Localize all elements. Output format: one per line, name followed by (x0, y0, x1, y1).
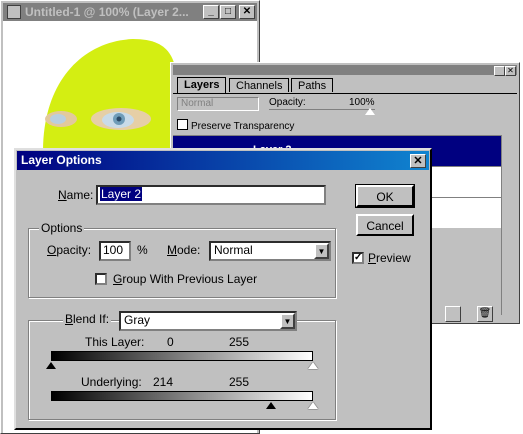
preview-checkbox[interactable]: ✓ (352, 252, 364, 264)
dialog-title: Layer Options (21, 153, 102, 167)
this-layer-high-value: 255 (229, 335, 250, 349)
this-layer-low-value: 0 (167, 335, 174, 349)
dialog-close-button[interactable]: ✕ (410, 154, 426, 168)
options-group: Options Opacity: 100 % Mode: Normal ▼ Gr… (28, 221, 336, 298)
group-with-previous-checkbox[interactable] (95, 273, 107, 285)
preserve-transparency-row[interactable]: Preserve Transparency (177, 119, 294, 132)
underlying-high-value: 255 (229, 375, 250, 389)
blend-if-group: Blend If: Gray ▼ This Layer: 0 255 Under… (28, 311, 336, 420)
opacity-label: Opacity: (269, 97, 306, 108)
preserve-transparency-checkbox[interactable] (177, 119, 188, 130)
this-layer-low-slider[interactable] (46, 362, 56, 370)
palette-scrollbar[interactable] (501, 135, 516, 315)
photoshop-document-icon (7, 5, 21, 19)
this-layer-gradient (51, 351, 313, 361)
chevron-down-icon[interactable]: ▼ (280, 313, 295, 329)
maximize-button[interactable]: □ (220, 5, 236, 19)
blend-if-label: Blend If: (63, 312, 112, 326)
opacity-label: Opacity: (47, 243, 92, 257)
minimize-button[interactable]: _ (203, 5, 219, 19)
mode-select[interactable]: Normal ▼ (209, 241, 331, 261)
tab-paths[interactable]: Paths (291, 78, 334, 92)
layer-options-dialog: Layer Options ✕ Name: Layer 2 OK Cancel … (14, 148, 432, 430)
document-titlebar[interactable]: Untitled-1 @ 100% (Layer 2... _ □ ✕ (3, 3, 257, 21)
underlying-high-slider[interactable] (308, 402, 318, 410)
cancel-button[interactable]: Cancel (356, 214, 414, 236)
underlying-gradient (51, 391, 313, 401)
mode-select-value: Normal (214, 243, 253, 257)
name-field[interactable]: Layer 2 (96, 185, 326, 205)
preserve-transparency-label: Preserve Transparency (191, 121, 295, 132)
opacity-unit: % (137, 243, 148, 257)
dialog-titlebar[interactable]: Layer Options ✕ (17, 151, 429, 170)
trash-icon[interactable]: 🗑 (477, 306, 493, 322)
document-title: Untitled-1 @ 100% (Layer 2... (25, 5, 189, 19)
this-layer-label: This Layer: (85, 335, 145, 349)
ok-button[interactable]: OK (355, 184, 415, 208)
palette-titlebar[interactable]: ✕ (173, 65, 517, 76)
palette-close-button[interactable]: ✕ (505, 66, 516, 76)
opacity-field[interactable]: 100 (99, 241, 131, 261)
this-layer-high-slider[interactable] (308, 362, 318, 370)
blend-if-select[interactable]: Gray ▼ (119, 311, 297, 331)
name-label: Name: (58, 188, 94, 202)
underlying-label: Underlying: (81, 375, 142, 389)
close-button[interactable]: ✕ (239, 5, 255, 19)
opacity-value: 100% (349, 97, 375, 108)
group-with-previous-label: Group With Previous Layer (113, 272, 258, 286)
tab-layers[interactable]: Layers (177, 77, 227, 93)
underlying-low-slider[interactable] (266, 402, 276, 410)
chevron-down-icon[interactable]: ▼ (314, 243, 329, 259)
underlying-low-value: 214 (153, 375, 174, 389)
blend-mode-select[interactable]: Normal (177, 97, 259, 111)
mode-label: Mode: (167, 243, 201, 257)
preview-label: Preview (368, 251, 411, 265)
opacity-slider-handle[interactable] (365, 108, 375, 116)
blend-if-value: Gray (124, 313, 151, 327)
palette-minimize-button[interactable] (494, 66, 505, 76)
tab-channels[interactable]: Channels (229, 78, 290, 92)
name-field-value: Layer 2 (100, 187, 143, 201)
new-layer-icon[interactable] (445, 306, 461, 322)
opacity-slider-track[interactable] (269, 109, 375, 110)
options-group-label: Options (39, 221, 85, 235)
